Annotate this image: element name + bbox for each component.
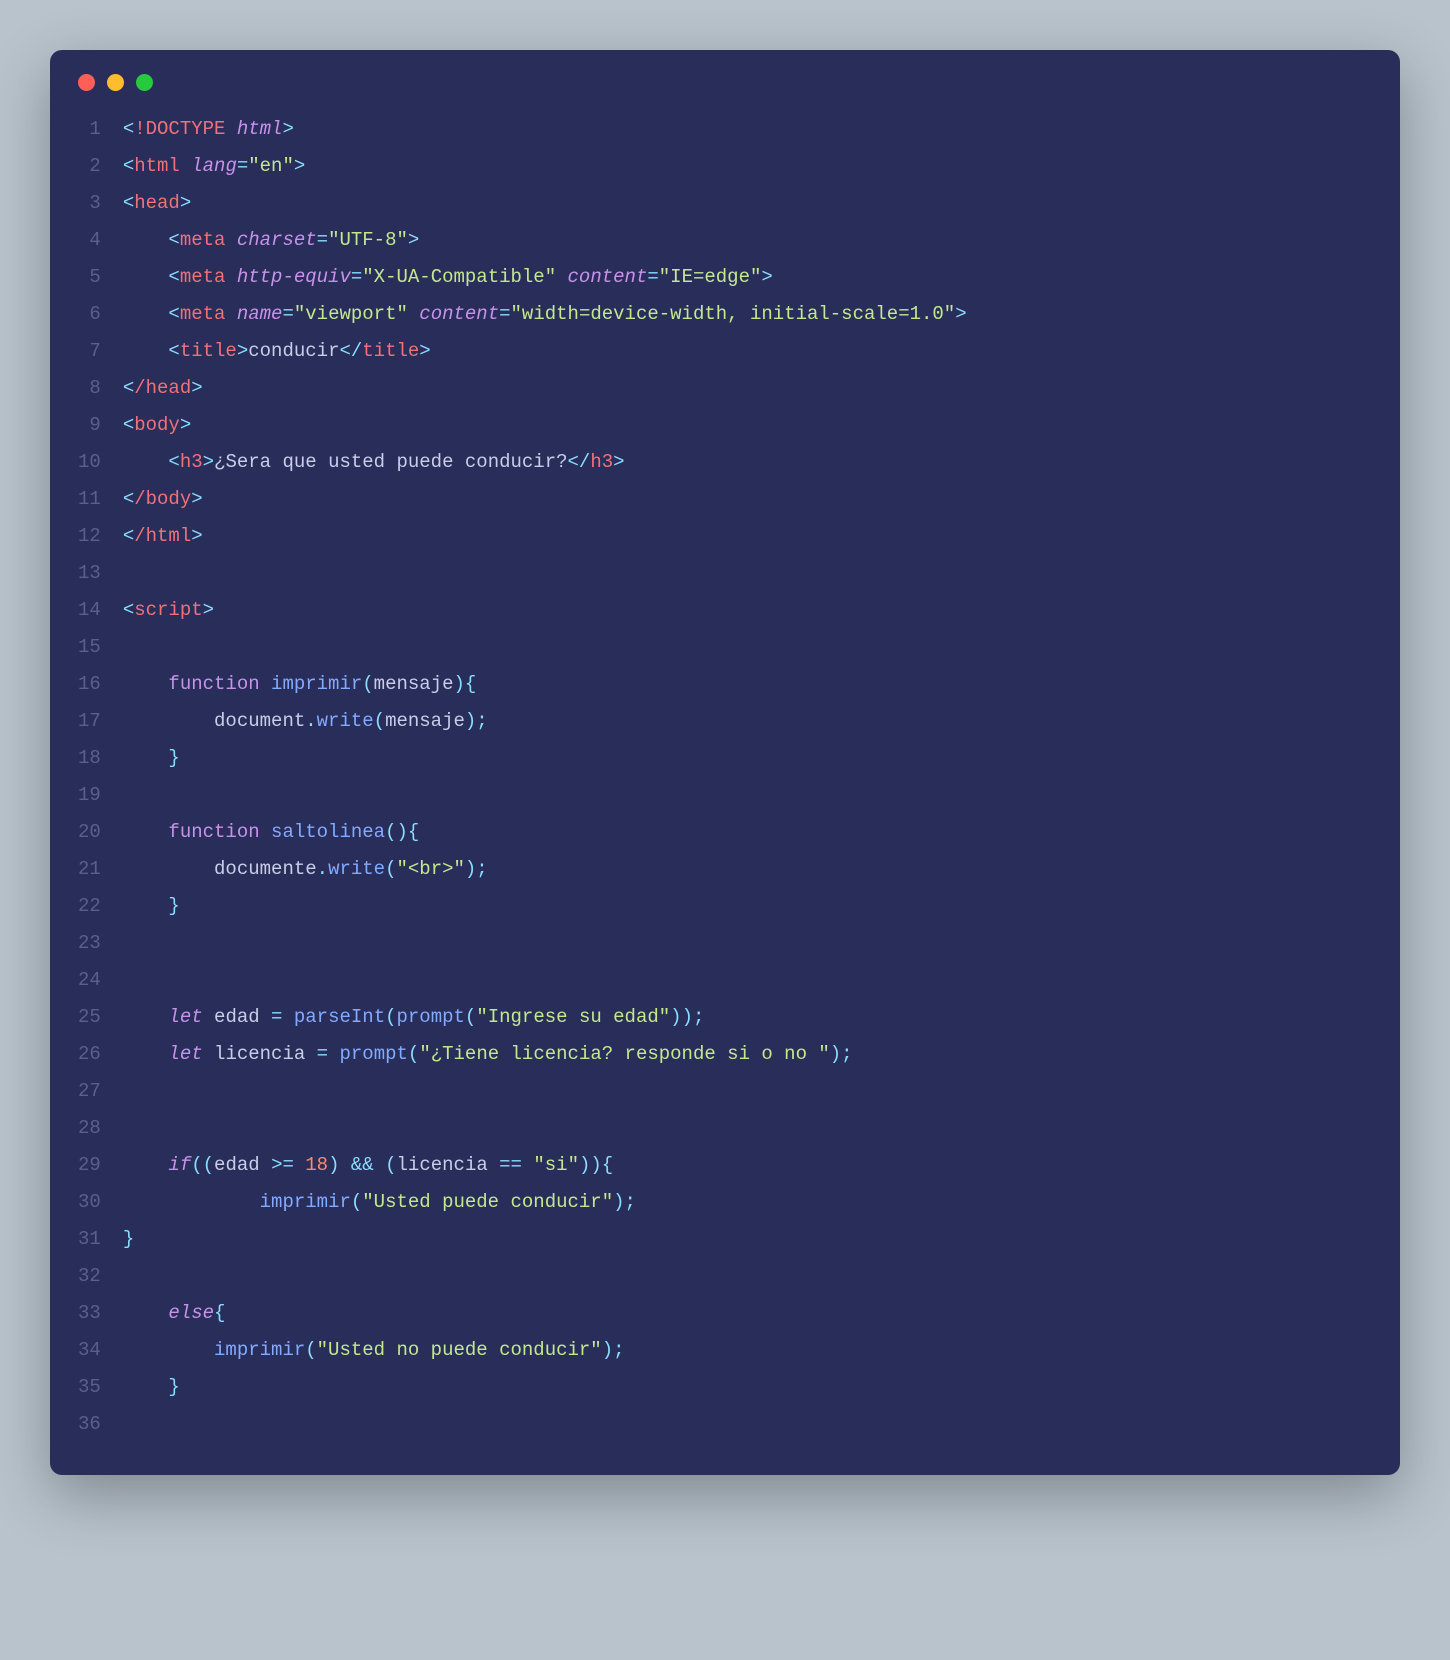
- code-line[interactable]: documente.write("<br>");: [123, 851, 1372, 888]
- code-line[interactable]: }: [123, 1221, 1372, 1258]
- line-number-gutter: 1234567891011121314151617181920212223242…: [78, 111, 123, 1443]
- code-line[interactable]: document.write(mensaje);: [123, 703, 1372, 740]
- line-number: 34: [78, 1332, 101, 1369]
- code-line[interactable]: [123, 1073, 1372, 1110]
- code-line[interactable]: if((edad >= 18) && (licencia == "si")){: [123, 1147, 1372, 1184]
- line-number: 11: [78, 481, 101, 518]
- code-line[interactable]: <script>: [123, 592, 1372, 629]
- code-line[interactable]: </html>: [123, 518, 1372, 555]
- line-number: 28: [78, 1110, 101, 1147]
- code-line[interactable]: }: [123, 1369, 1372, 1406]
- line-number: 26: [78, 1036, 101, 1073]
- line-number: 30: [78, 1184, 101, 1221]
- line-number: 18: [78, 740, 101, 777]
- line-number: 19: [78, 777, 101, 814]
- code-line[interactable]: [123, 777, 1372, 814]
- code-line[interactable]: [123, 1258, 1372, 1295]
- line-number: 15: [78, 629, 101, 666]
- code-line[interactable]: [123, 962, 1372, 999]
- line-number: 7: [78, 333, 101, 370]
- code-area[interactable]: 1234567891011121314151617181920212223242…: [78, 111, 1372, 1443]
- code-line[interactable]: [123, 1406, 1372, 1443]
- line-number: 14: [78, 592, 101, 629]
- line-number: 4: [78, 222, 101, 259]
- line-number: 32: [78, 1258, 101, 1295]
- line-number: 29: [78, 1147, 101, 1184]
- code-line[interactable]: imprimir("Usted no puede conducir");: [123, 1332, 1372, 1369]
- code-line[interactable]: function imprimir(mensaje){: [123, 666, 1372, 703]
- line-number: 6: [78, 296, 101, 333]
- code-line[interactable]: <body>: [123, 407, 1372, 444]
- code-line[interactable]: function saltolinea(){: [123, 814, 1372, 851]
- code-line[interactable]: <title>conducir</title>: [123, 333, 1372, 370]
- line-number: 8: [78, 370, 101, 407]
- line-number: 2: [78, 148, 101, 185]
- line-number: 12: [78, 518, 101, 555]
- line-number: 27: [78, 1073, 101, 1110]
- line-number: 9: [78, 407, 101, 444]
- close-icon[interactable]: [78, 74, 95, 91]
- line-number: 10: [78, 444, 101, 481]
- code-line[interactable]: [123, 1110, 1372, 1147]
- code-line[interactable]: }: [123, 740, 1372, 777]
- line-number: 16: [78, 666, 101, 703]
- code-line[interactable]: [123, 925, 1372, 962]
- line-number: 13: [78, 555, 101, 592]
- code-line[interactable]: <h3>¿Sera que usted puede conducir?</h3>: [123, 444, 1372, 481]
- line-number: 35: [78, 1369, 101, 1406]
- code-line[interactable]: </head>: [123, 370, 1372, 407]
- line-number: 22: [78, 888, 101, 925]
- code-line[interactable]: let licencia = prompt("¿Tiene licencia? …: [123, 1036, 1372, 1073]
- line-number: 25: [78, 999, 101, 1036]
- line-number: 21: [78, 851, 101, 888]
- code-line[interactable]: imprimir("Usted puede conducir");: [123, 1184, 1372, 1221]
- code-line[interactable]: }: [123, 888, 1372, 925]
- maximize-icon[interactable]: [136, 74, 153, 91]
- line-number: 5: [78, 259, 101, 296]
- line-number: 24: [78, 962, 101, 999]
- line-number: 1: [78, 111, 101, 148]
- code-line[interactable]: </body>: [123, 481, 1372, 518]
- line-number: 33: [78, 1295, 101, 1332]
- line-number: 17: [78, 703, 101, 740]
- line-number: 31: [78, 1221, 101, 1258]
- code-editor-window: 1234567891011121314151617181920212223242…: [50, 50, 1400, 1475]
- code-line[interactable]: <meta charset="UTF-8">: [123, 222, 1372, 259]
- code-line[interactable]: <!DOCTYPE html>: [123, 111, 1372, 148]
- code-line[interactable]: <html lang="en">: [123, 148, 1372, 185]
- code-line[interactable]: else{: [123, 1295, 1372, 1332]
- line-number: 3: [78, 185, 101, 222]
- code-line[interactable]: let edad = parseInt(prompt("Ingrese su e…: [123, 999, 1372, 1036]
- code-line[interactable]: <meta name="viewport" content="width=dev…: [123, 296, 1372, 333]
- line-number: 23: [78, 925, 101, 962]
- code-line[interactable]: [123, 555, 1372, 592]
- minimize-icon[interactable]: [107, 74, 124, 91]
- code-line[interactable]: [123, 629, 1372, 666]
- code-line[interactable]: <head>: [123, 185, 1372, 222]
- line-number: 36: [78, 1406, 101, 1443]
- line-number: 20: [78, 814, 101, 851]
- window-controls: [78, 74, 1372, 91]
- code-line[interactable]: <meta http-equiv="X-UA-Compatible" conte…: [123, 259, 1372, 296]
- code-content[interactable]: <!DOCTYPE html> <html lang="en"> <head> …: [123, 111, 1372, 1443]
